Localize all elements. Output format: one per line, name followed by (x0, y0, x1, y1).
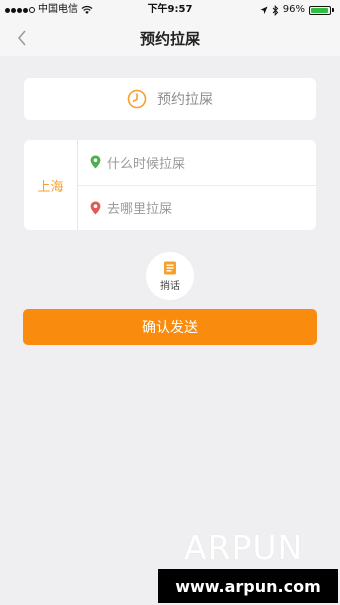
clock-icon (127, 89, 147, 109)
battery-icon (309, 5, 331, 15)
location-pin-red-icon (90, 201, 101, 215)
page-title: 预约拉屎 (139, 30, 200, 48)
bluetooth-icon (272, 4, 278, 16)
message-label: 捎话 (160, 280, 180, 292)
city-label: 上海 (37, 179, 64, 195)
time-placeholder: 什么时候拉屎 (107, 156, 186, 172)
nav-bar: 预约拉屎 (0, 20, 340, 56)
watermark-url: www.arpun.com (158, 569, 338, 603)
status-bar: 中国电信 下午9:57 96% (0, 0, 340, 20)
destination-field[interactable]: 去哪里拉屎 (78, 184, 316, 231)
location-pin-green-icon (90, 155, 101, 169)
confirm-label: 确认发送 (142, 320, 198, 336)
status-right: 96% (260, 4, 334, 16)
battery-tip (332, 8, 334, 12)
confirm-send-button[interactable]: 确认发送 (23, 309, 317, 345)
message-button[interactable]: 捎话 (146, 252, 194, 300)
destination-placeholder: 去哪里拉屎 (107, 202, 173, 218)
watermark-logo: ARPUN (184, 528, 304, 567)
location-arrow-icon (260, 6, 268, 14)
battery-percent: 96% (282, 4, 305, 15)
route-card: 上海 什么时候拉屎 去哪里拉屎 (24, 140, 316, 230)
time-field[interactable]: 什么时候拉屎 (78, 140, 316, 185)
city-selector[interactable]: 上海 (24, 140, 78, 230)
route-fields: 什么时候拉屎 去哪里拉屎 (78, 140, 316, 230)
booking-label: 预约拉屎 (157, 92, 213, 108)
booking-time-button[interactable]: 预约拉屎 (24, 78, 316, 120)
document-icon (164, 261, 176, 274)
